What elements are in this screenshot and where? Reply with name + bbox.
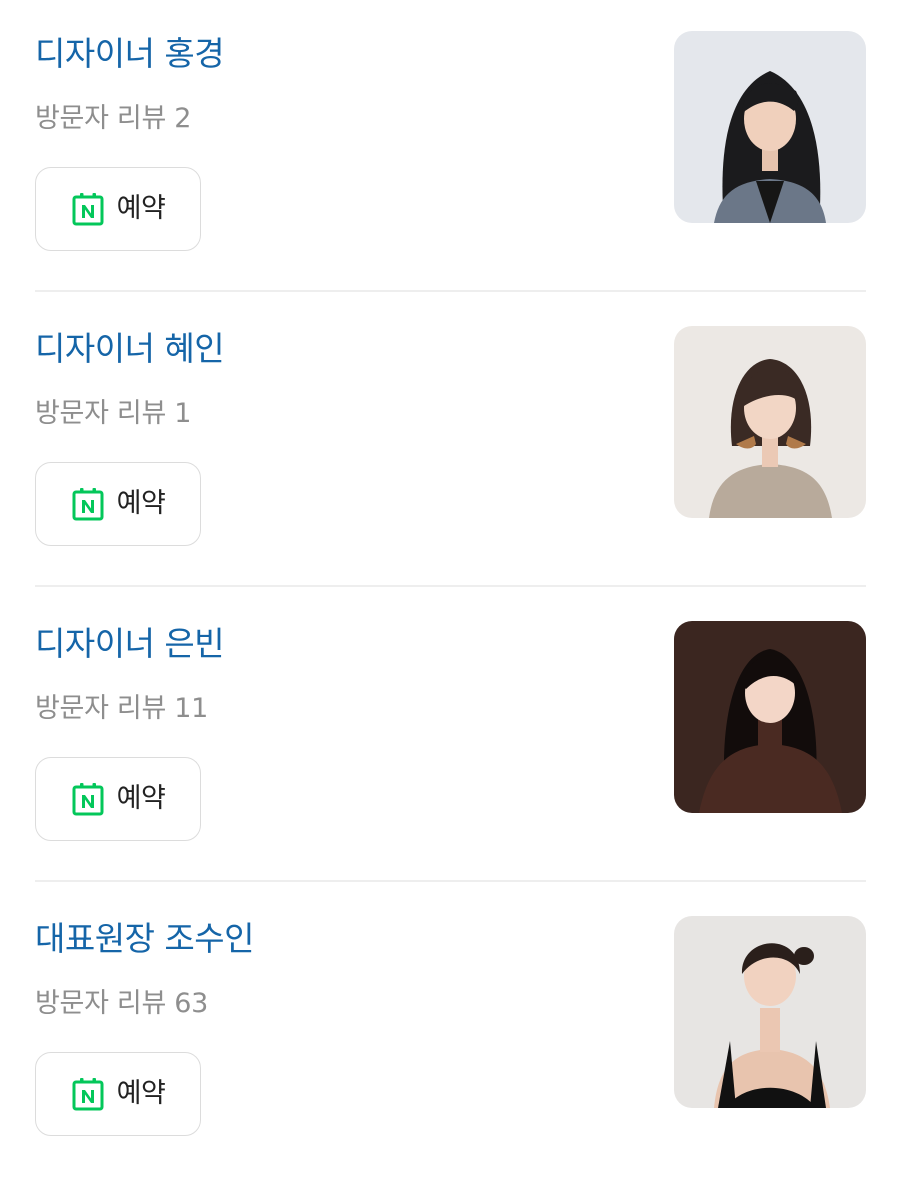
divider [35,290,866,292]
visitor-review-count[interactable]: 방문자 리뷰 1 [35,395,191,433]
designer-photo[interactable] [674,621,866,813]
designer-name[interactable]: 디자이너 은빈 [35,622,225,666]
review-count: 2 [174,103,192,134]
designer-card: 디자이너 은빈 방문자 리뷰 11 예약 [35,590,866,885]
designer-name[interactable]: 대표원장 조수인 [35,917,255,961]
review-label: 방문자 리뷰 [35,988,175,1019]
designer-name[interactable]: 디자이너 홍경 [35,32,225,76]
naver-calendar-icon [71,487,105,521]
book-button-label: 예약 [116,783,166,814]
designer-photo[interactable] [674,31,866,223]
naver-calendar-icon [71,1077,105,1111]
visitor-review-count[interactable]: 방문자 리뷰 63 [35,985,208,1023]
book-button-label: 예약 [116,488,166,519]
review-count: 63 [174,988,209,1019]
book-button-label: 예약 [116,193,166,224]
designer-card: 디자이너 홍경 방문자 리뷰 2 예약 [35,0,866,295]
review-label: 방문자 리뷰 [35,398,175,429]
review-count: 11 [174,693,209,724]
book-button-label: 예약 [116,1078,166,1109]
naver-calendar-icon [71,782,105,816]
divider [35,585,866,587]
designer-photo[interactable] [674,916,866,1108]
divider [35,880,866,882]
review-label: 방문자 리뷰 [35,103,175,134]
designer-photo[interactable] [674,326,866,518]
visitor-review-count[interactable]: 방문자 리뷰 11 [35,690,208,728]
book-button[interactable]: 예약 [35,1052,201,1136]
review-label: 방문자 리뷰 [35,693,175,724]
designer-card: 디자이너 혜인 방문자 리뷰 1 예약 [35,295,866,590]
review-count: 1 [174,398,192,429]
book-button[interactable]: 예약 [35,757,201,841]
visitor-review-count[interactable]: 방문자 리뷰 2 [35,100,191,138]
book-button[interactable]: 예약 [35,462,201,546]
book-button[interactable]: 예약 [35,167,201,251]
designer-name[interactable]: 디자이너 혜인 [35,327,225,371]
designer-list: 디자이너 홍경 방문자 리뷰 2 예약 디자이너 혜인 방문자 리뷰 1 예약 … [0,0,900,1159]
designer-card: 대표원장 조수인 방문자 리뷰 63 예약 [35,885,866,1180]
naver-calendar-icon [71,192,105,226]
